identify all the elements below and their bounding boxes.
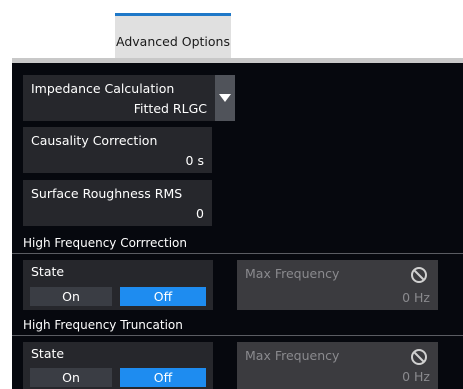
hf-correction-off-button[interactable]: Off	[120, 287, 206, 306]
disabled-icon	[411, 267, 427, 283]
hf-truncation-state-label: State	[31, 346, 65, 361]
hf-correction-on-button[interactable]: On	[30, 287, 112, 306]
causality-correction-value: 0 s	[185, 153, 204, 168]
hf-correction-state-label: State	[31, 264, 65, 279]
surface-roughness-label: Surface Roughness RMS	[31, 186, 183, 201]
causality-correction-field[interactable]: Causality Correction 0 s	[23, 127, 212, 173]
hf-truncation-max-frequency-label: Max Frequency	[245, 348, 340, 363]
chevron-down-icon[interactable]	[215, 75, 235, 121]
hf-correction-max-frequency-value: 0 Hz	[402, 290, 430, 305]
hf-correction-state-control: State On Off	[23, 260, 213, 310]
divider	[12, 253, 463, 254]
hf-truncation-heading: High Frequency Truncation	[23, 318, 183, 332]
hf-truncation-off-button[interactable]: Off	[120, 368, 206, 387]
hf-correction-max-frequency-field: Max Frequency 0 Hz	[237, 260, 438, 310]
impedance-calculation-dropdown[interactable]: Impedance Calculation Fitted RLGC	[23, 75, 235, 121]
impedance-calculation-label: Impedance Calculation	[31, 81, 175, 96]
causality-correction-label: Causality Correction	[31, 133, 158, 148]
hf-correction-max-frequency-label: Max Frequency	[245, 266, 340, 281]
disabled-icon	[411, 349, 427, 365]
hf-truncation-max-frequency-field: Max Frequency 0 Hz	[237, 342, 438, 389]
tab-label: Advanced Options	[116, 34, 230, 49]
hf-correction-heading: High Frequency Corrrection	[23, 236, 188, 250]
surface-roughness-field[interactable]: Surface Roughness RMS 0	[23, 180, 212, 226]
hf-truncation-state-control: State On Off	[23, 342, 213, 389]
tab-advanced-options[interactable]: Advanced Options	[115, 13, 231, 58]
divider	[12, 335, 463, 336]
surface-roughness-value: 0	[196, 206, 204, 221]
hf-truncation-max-frequency-value: 0 Hz	[402, 369, 430, 384]
hf-truncation-on-button[interactable]: On	[30, 368, 112, 387]
impedance-calculation-value: Fitted RLGC	[133, 101, 207, 116]
